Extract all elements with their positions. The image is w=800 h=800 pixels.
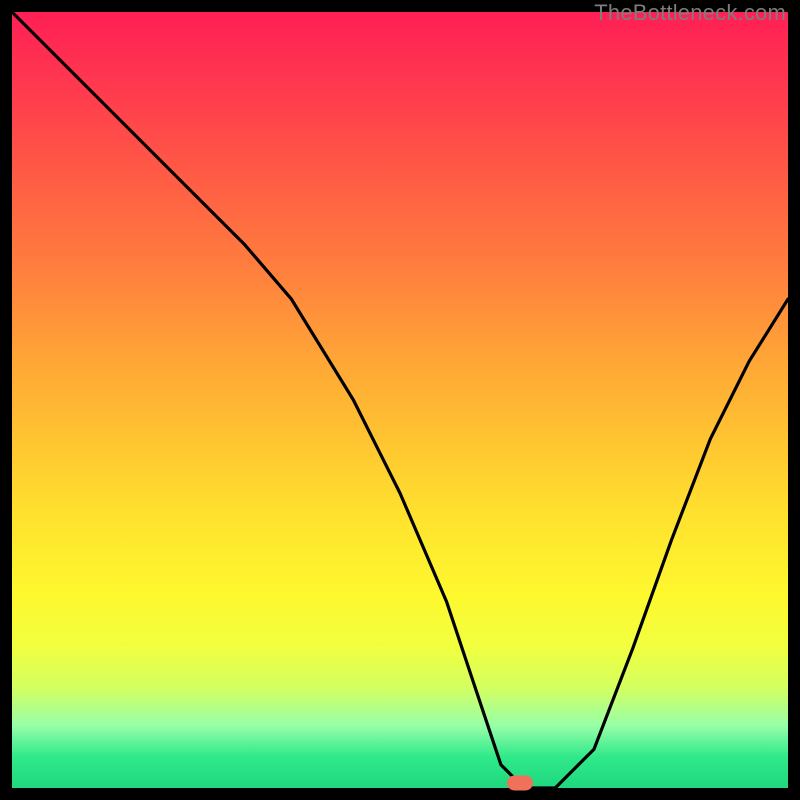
watermark-text: TheBottleneck.com: [594, 0, 786, 26]
curve-layer: [12, 12, 788, 788]
chart-frame: TheBottleneck.com: [0, 0, 800, 800]
optimal-point-marker: [507, 775, 533, 790]
bottleneck-curve: [12, 12, 788, 788]
